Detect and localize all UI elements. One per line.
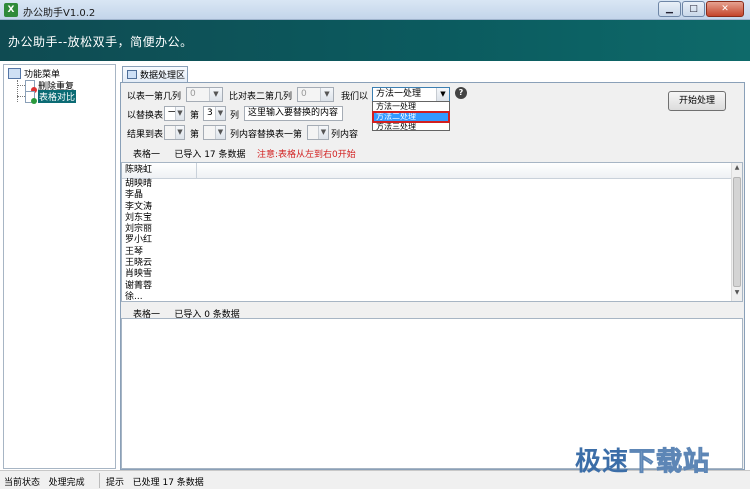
computer-icon xyxy=(8,68,21,79)
status-hint: 提示 已处理 17 条数据 xyxy=(106,475,204,488)
tab-data-processing[interactable]: 数据处理区 xyxy=(122,66,188,82)
replace-col-value: 3 xyxy=(207,108,213,118)
function-menu-tree: 功能菜单 删除重复 表格对比 xyxy=(3,64,116,469)
watermark-text-2: 下载站 xyxy=(629,447,711,478)
table-row[interactable]: 王晓云 xyxy=(125,258,742,269)
table1-col-select[interactable]: ▼ xyxy=(307,125,329,140)
banner: 办公助手--放松双手，简便办公。 xyxy=(0,20,750,61)
table1-name: 表格一 xyxy=(133,150,161,160)
lie-label: 列 xyxy=(230,111,240,121)
di-label: 第 xyxy=(190,111,200,121)
table-row[interactable]: 刘东宝 xyxy=(125,213,742,224)
chevron-down-icon: ▼ xyxy=(215,126,225,139)
table-row[interactable]: 王琴 xyxy=(125,247,742,258)
maximize-button[interactable]: □ xyxy=(682,1,705,17)
dropdown-arrow: ▼ xyxy=(436,88,449,101)
col2-value: 0 xyxy=(301,89,307,99)
table1-note: 注意:表格从左到右0开始 xyxy=(256,150,356,160)
watermark-logo: 极速下载站 xyxy=(575,441,710,478)
doc-green-icon xyxy=(25,90,37,104)
col2-select[interactable]: 0 ▼ xyxy=(297,87,334,102)
table-row[interactable]: 李文涛 xyxy=(125,202,742,213)
method-value: 方法一处理 xyxy=(376,89,422,99)
title-bar: X 办公助手V1.0.2 ▁ □ ✕ xyxy=(0,0,750,20)
method-dropdown-list: 方法一处理 方法二处理 方法三处理 xyxy=(372,101,450,131)
method-option-3[interactable]: 方法三处理 xyxy=(373,122,449,132)
table-icon xyxy=(127,70,137,79)
table-row[interactable]: 刘宗丽 xyxy=(125,224,742,235)
tab-label: 数据处理区 xyxy=(140,71,186,81)
table-row[interactable]: 罗小红 xyxy=(125,235,742,246)
chevron-down-icon: ▼ xyxy=(318,126,328,139)
table1-info: 表格一 已导入 17 条数据 注意:表格从左到右0开始 xyxy=(133,147,356,160)
watermark-text-1: 极速 xyxy=(575,447,630,477)
table1-grid[interactable]: 陈晓虹 胡映晴 李晶 李文涛 刘东宝 刘宗丽 罗小红 王琴 王晓云 肖映雪 谢菁… xyxy=(121,162,743,302)
minimize-button[interactable]: ▁ xyxy=(658,1,681,17)
col1-value: 0 xyxy=(190,89,196,99)
table-row[interactable]: 李晶 xyxy=(125,190,742,201)
tree-connector xyxy=(17,85,25,86)
scroll-thumb[interactable] xyxy=(733,177,741,287)
status-hint-value: 已处理 17 条数据 xyxy=(132,478,204,488)
table-row[interactable]: 谢菁蓉 xyxy=(125,281,742,292)
chevron-down-icon: ▼ xyxy=(175,126,184,139)
chevron-down-icon: ▼ xyxy=(215,107,225,120)
chevron-down-icon: ▼ xyxy=(175,107,184,120)
banner-text: 办公助手--放松双手，简便办公。 xyxy=(8,35,193,49)
tree-item-table-compare[interactable]: 表格对比 xyxy=(25,90,77,104)
result-table-select[interactable]: ▼ xyxy=(164,125,185,140)
method-option-2[interactable]: 方法二处理 xyxy=(372,111,450,123)
replace-col-select[interactable]: 3 ▼ xyxy=(203,106,226,121)
chevron-down-icon: ▼ xyxy=(209,88,222,101)
table-row[interactable]: 徐... xyxy=(125,292,742,301)
window-controls: ▁ □ ✕ xyxy=(658,1,744,17)
excel-app-icon: X xyxy=(4,3,18,17)
status-hint-label: 提示 xyxy=(106,478,125,488)
table1-header-cell[interactable]: 陈晓虹 xyxy=(122,163,197,178)
vertical-scrollbar[interactable]: ▲ ▼ xyxy=(731,163,742,301)
col1-label: 以表一第几列 xyxy=(127,92,182,102)
replace-table-select[interactable]: 一 ▼ xyxy=(164,106,185,121)
tree-connector xyxy=(17,80,18,102)
col-content-label: 列内容 xyxy=(331,130,359,140)
status-divider xyxy=(99,473,100,488)
scroll-up-icon[interactable]: ▲ xyxy=(732,164,742,175)
tree-connector xyxy=(17,96,25,97)
status-state-label: 当前状态 xyxy=(4,478,41,488)
table-row[interactable]: 胡映晴 xyxy=(125,179,742,190)
chevron-down-icon: ▼ xyxy=(436,88,449,101)
col1-select[interactable]: 0 ▼ xyxy=(186,87,223,102)
replace-text-input[interactable]: 这里输入要替换的内容 xyxy=(244,106,343,121)
table1-rows: 胡映晴 李晶 李文涛 刘东宝 刘宗丽 罗小红 王琴 王晓云 肖映雪 谢菁蓉 徐.… xyxy=(122,179,742,301)
start-process-button[interactable]: 开始处理 xyxy=(668,91,726,111)
status-state: 当前状态 处理完成 xyxy=(4,475,85,488)
table1-imported: 已导入 17 条数据 xyxy=(174,150,246,160)
table1-header: 陈晓虹 xyxy=(122,163,742,179)
scroll-down-icon[interactable]: ▼ xyxy=(732,289,742,300)
help-icon[interactable]: ? xyxy=(455,87,467,99)
method-option-1[interactable]: 方法一处理 xyxy=(373,102,449,112)
close-button[interactable]: ✕ xyxy=(706,1,744,17)
di2-label: 第 xyxy=(190,130,200,140)
col2-label: 比对表二第几列 xyxy=(229,92,293,102)
replace-label: 以替换表 xyxy=(127,111,164,121)
tree-item-label: 表格对比 xyxy=(38,90,77,103)
result-label: 结果到表 xyxy=(127,130,164,140)
status-state-value: 处理完成 xyxy=(48,478,85,488)
window-title: 办公助手V1.0.2 xyxy=(23,8,96,19)
result-col-select[interactable]: ▼ xyxy=(203,125,226,140)
table-row[interactable]: 肖映雪 xyxy=(125,269,742,280)
method-select[interactable]: 方法一处理 ▼ xyxy=(372,87,450,102)
chevron-down-icon: ▼ xyxy=(320,88,333,101)
method-label: 我们以 xyxy=(341,92,369,102)
content-replace-label: 列内容替换表一第 xyxy=(230,130,303,140)
